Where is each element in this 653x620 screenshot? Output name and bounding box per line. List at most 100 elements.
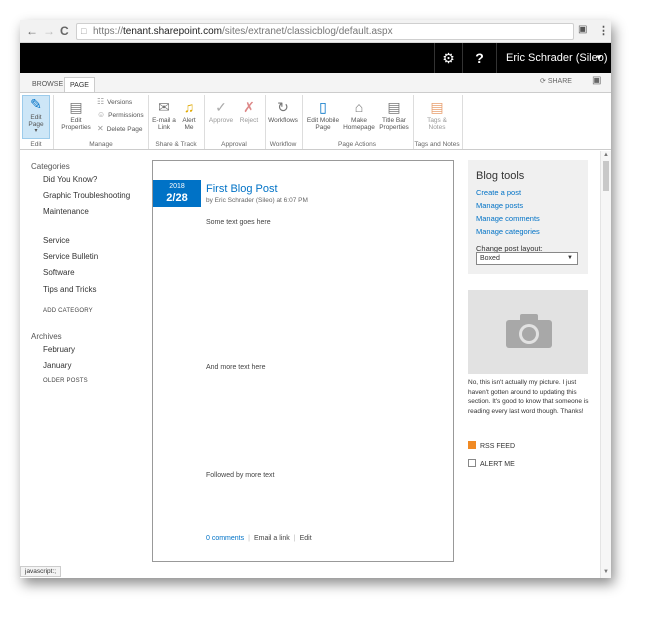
rss-feed-link[interactable]: RSS FEED xyxy=(468,441,515,450)
post-paragraph: And more text here xyxy=(206,364,266,371)
workflow-icon: ↻ xyxy=(277,99,289,115)
scroll-down-icon[interactable]: ▼ xyxy=(603,569,609,575)
translate-icon[interactable]: ▣ xyxy=(578,24,587,35)
nav-category[interactable]: Maintenance xyxy=(43,207,89,216)
scroll-up-icon[interactable]: ▲ xyxy=(603,152,609,158)
edit-post-link[interactable]: Edit xyxy=(300,535,312,542)
group-share-track: Share & Track xyxy=(155,141,197,148)
comments-link[interactable]: 0 comments xyxy=(206,535,244,542)
edit-properties-button[interactable]: ▤ Edit Properties xyxy=(58,99,94,131)
tags-notes-button[interactable]: ▤ Tags & Notes xyxy=(420,99,454,131)
delete-page-label: Delete Page xyxy=(106,126,143,133)
post-date-badge: 2018 2/28 xyxy=(153,180,201,207)
post-byline: by Eric Schrader (Sileo) at 6:07 PM xyxy=(206,197,308,204)
help-icon[interactable]: ? xyxy=(462,43,496,73)
title-bar-properties-button[interactable]: ▤ Title Bar Properties xyxy=(377,99,411,131)
add-category-link[interactable]: ADD CATEGORY xyxy=(43,308,93,314)
divider xyxy=(148,95,149,149)
workflows-label: Workflows xyxy=(268,117,298,124)
blog-post-box xyxy=(152,160,454,562)
group-tags-notes: Tags and Notes xyxy=(414,141,460,148)
back-button[interactable]: ← xyxy=(26,24,38,38)
nav-category[interactable]: Tips and Tricks xyxy=(43,285,97,294)
nav-category[interactable]: Software xyxy=(43,268,75,277)
share-label: SHARE xyxy=(547,78,572,85)
settings-gear-icon[interactable]: ⚙ xyxy=(434,43,462,73)
nav-category[interactable]: Did You Know? xyxy=(43,175,97,184)
nav-category[interactable]: Graphic Troubleshooting xyxy=(43,191,130,200)
tags-notes-label: Tags & Notes xyxy=(427,117,447,131)
delete-page-button[interactable]: ✕ Delete Page xyxy=(97,124,142,133)
workflows-button[interactable]: ↻ Workflows xyxy=(267,99,299,124)
alert-envelope-icon xyxy=(468,459,476,467)
permissions-button[interactable]: ☺ Permissions xyxy=(97,110,144,119)
mobile-icon: ▯ xyxy=(319,99,327,115)
make-homepage-label: Make Homepage xyxy=(343,117,375,131)
nav-archive[interactable]: February xyxy=(43,345,75,354)
tab-page[interactable]: PAGE xyxy=(64,77,95,92)
approve-button[interactable]: ✓ Approve xyxy=(207,99,235,124)
manage-categories-link[interactable]: Manage categories xyxy=(476,227,540,236)
home-icon: ⌂ xyxy=(354,99,364,115)
user-name[interactable]: Eric Schrader (Sileo) xyxy=(506,43,607,73)
nav-archive[interactable]: January xyxy=(43,361,71,370)
envelope-icon: ✉ xyxy=(158,99,170,115)
reject-icon: ✗ xyxy=(243,99,255,115)
tab-browse[interactable]: BROWSE xyxy=(27,77,68,92)
edit-page-button[interactable]: ✎ Edit Page ▾ xyxy=(22,95,50,139)
email-link[interactable]: Email a link xyxy=(254,535,290,542)
post-paragraph: Some text goes here xyxy=(206,219,271,226)
categories-heading: Categories xyxy=(31,162,70,171)
create-post-link[interactable]: Create a post xyxy=(476,188,521,197)
chevron-down-icon: ▼ xyxy=(567,255,573,261)
make-homepage-button[interactable]: ⌂ Make Homepage xyxy=(342,99,376,131)
group-edit: Edit xyxy=(30,141,42,148)
browser-toolbar: ← → C □ https://tenant.sharepoint.com/sit… xyxy=(20,20,611,43)
blog-tools-title: Blog tools xyxy=(476,170,525,182)
post-title[interactable]: First Blog Post xyxy=(206,183,278,195)
reject-button[interactable]: ✗ Reject xyxy=(236,99,262,124)
reload-button[interactable]: C xyxy=(60,24,69,38)
rss-label: RSS FEED xyxy=(480,443,516,450)
alert-me-button[interactable]: ♫ Alert Me xyxy=(178,99,200,131)
profile-photo-placeholder xyxy=(468,290,588,374)
chevron-down-icon[interactable]: ▼ xyxy=(595,43,603,73)
page-scrollbar[interactable]: ▲ ▼ xyxy=(600,151,611,578)
nav-category[interactable]: Service xyxy=(43,236,70,245)
blog-tools-panel: Blog tools Create a post Manage posts Ma… xyxy=(468,160,588,274)
nav-category[interactable]: Service Bulletin xyxy=(43,252,98,261)
alert-me-link[interactable]: ALERT ME xyxy=(468,459,515,468)
tag-icon: ▤ xyxy=(430,99,444,115)
browser-menu-icon[interactable]: ⋮ xyxy=(598,24,609,37)
share-icon: ⟳ xyxy=(540,78,546,85)
manage-posts-link[interactable]: Manage posts xyxy=(476,201,523,210)
older-posts-link[interactable]: OLDER POSTS xyxy=(43,378,88,384)
group-workflow: Workflow xyxy=(269,141,297,148)
page-info-icon[interactable]: □ xyxy=(81,24,86,39)
status-bar: javascript:; xyxy=(20,566,62,577)
divider: | xyxy=(248,535,250,542)
forward-button[interactable]: → xyxy=(43,24,55,38)
edit-page-icon: ✎ xyxy=(30,96,42,112)
focus-on-content-icon[interactable]: ▣ xyxy=(592,75,601,86)
versions-button[interactable]: ☷ Versions xyxy=(97,97,132,106)
edit-mobile-page-button[interactable]: ▯ Edit Mobile Page xyxy=(305,99,341,131)
post-layout-value: Boxed xyxy=(480,255,500,262)
group-approval: Approval xyxy=(221,141,247,148)
email-link-button[interactable]: ✉ E-mail a Link xyxy=(151,99,177,131)
rss-icon xyxy=(468,441,476,449)
scrollbar-thumb[interactable] xyxy=(603,161,609,191)
camera-icon xyxy=(506,314,552,348)
post-date: 2/28 xyxy=(166,192,188,204)
manage-comments-link[interactable]: Manage comments xyxy=(476,214,540,223)
title-bar-label: Title Bar Properties xyxy=(379,117,409,131)
group-page-actions: Page Actions xyxy=(338,141,376,148)
group-manage: Manage xyxy=(89,141,113,148)
about-text: No, this isn't actually my picture. I ju… xyxy=(468,379,589,415)
ribbon-tab-strip: BROWSE PAGE xyxy=(20,73,611,92)
share-button[interactable]: ⟳ SHARE xyxy=(540,77,572,85)
approve-label: Approve xyxy=(208,117,234,124)
address-bar[interactable]: □ https://tenant.sharepoint.com/sites/ext… xyxy=(76,23,574,40)
alert-label: ALERT ME xyxy=(480,461,515,468)
post-layout-select[interactable]: Boxed ▼ xyxy=(476,252,578,265)
